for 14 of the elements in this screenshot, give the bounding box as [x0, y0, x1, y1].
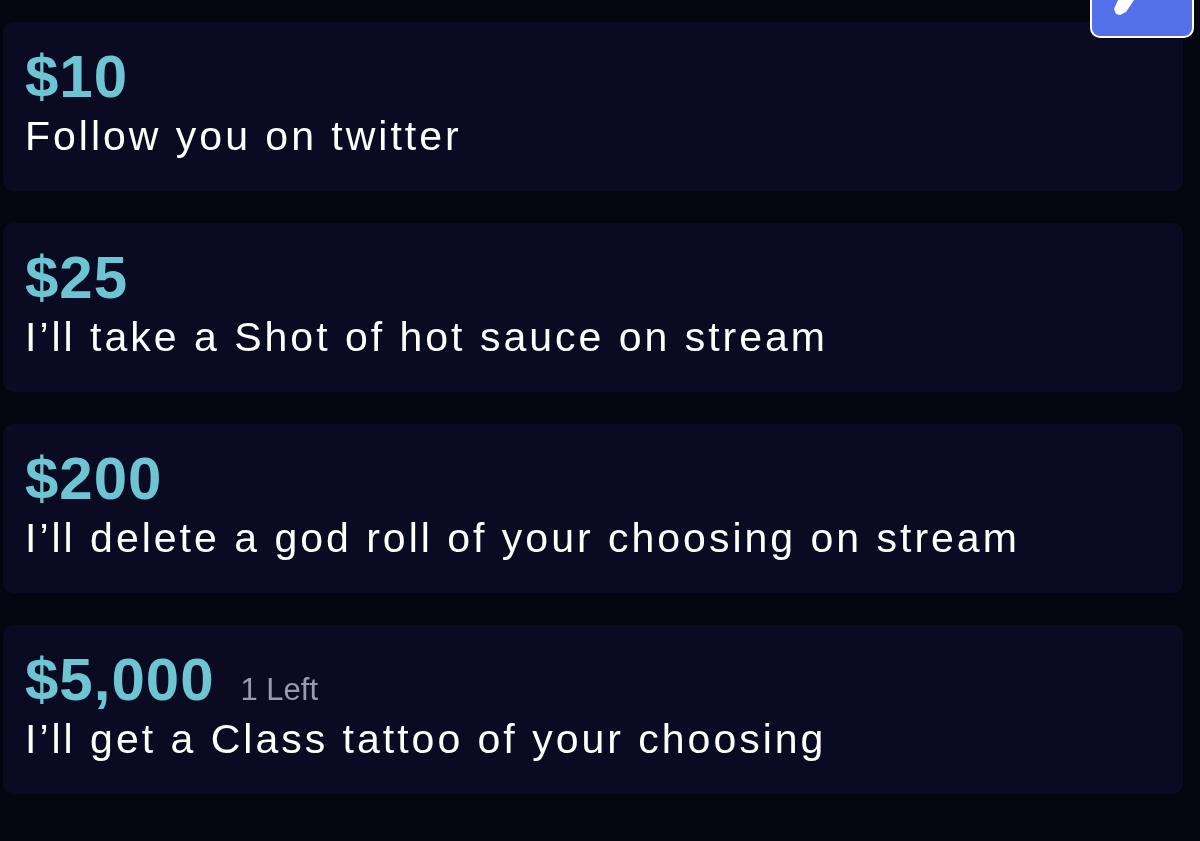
reward-price: $25 — [25, 244, 129, 311]
reward-price: $5,000 — [25, 646, 215, 713]
reward-description: I’ll take a Shot of hot sauce on stream — [25, 313, 829, 362]
remaining-count: 1 Left — [240, 671, 319, 709]
reward-card[interactable]: $10 Follow you on twitter — [3, 22, 1183, 191]
reward-price: $10 — [25, 43, 129, 110]
edit-button[interactable] — [1090, 0, 1194, 38]
reward-description: I’ll delete a god roll of your choosing on stream — [25, 514, 1021, 563]
reward-description: Follow you on twitter — [25, 112, 463, 161]
reward-card[interactable]: $200 I’ll delete a god roll of your choosing on stream — [3, 424, 1183, 593]
reward-card[interactable]: $5,000 1 Left I’ll get a Class tattoo of your choosing — [3, 625, 1183, 794]
reward-price: $200 — [25, 445, 163, 512]
reward-description: I’ll get a Class tattoo of your choosing — [25, 715, 828, 764]
reward-card[interactable]: $25 I’ll take a Shot of hot sauce on stream — [3, 223, 1183, 392]
